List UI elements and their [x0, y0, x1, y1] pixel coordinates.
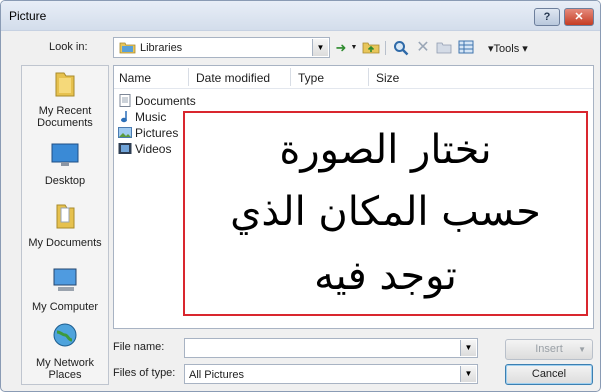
help-button[interactable]: ? — [534, 8, 560, 26]
views-icon[interactable] — [457, 40, 475, 56]
list-item[interactable]: Videos — [118, 142, 171, 157]
chevron-down-icon[interactable]: ▼ — [578, 340, 586, 359]
filetype-select[interactable]: All Pictures ▼ — [184, 364, 478, 384]
search-web-icon[interactable] — [392, 40, 410, 56]
chevron-down-icon[interactable]: ▼ — [460, 340, 476, 356]
annotation-line: توجد فيه — [314, 253, 457, 299]
my-documents-folder-icon — [56, 204, 75, 229]
libraries-folder-icon — [119, 42, 136, 54]
header-divider — [114, 88, 593, 89]
place-label: My Documents — [28, 237, 102, 249]
column-separator — [368, 68, 369, 86]
place-recent-documents[interactable]: My Recent Documents — [22, 70, 108, 129]
back-icon[interactable]: ➜ — [333, 40, 349, 56]
music-library-icon — [121, 111, 127, 123]
computer-icon — [53, 268, 77, 291]
annotation-line: حسب المكان الذي — [230, 189, 541, 235]
list-item[interactable]: Music — [118, 110, 166, 125]
place-my-documents[interactable]: My Documents — [22, 202, 108, 249]
insert-label: Insert — [535, 343, 563, 355]
place-desktop[interactable]: Desktop — [22, 140, 108, 187]
place-my-network[interactable]: My Network Places — [22, 322, 108, 381]
recent-documents-folder-icon — [55, 72, 75, 97]
close-button[interactable]: ✕ — [564, 8, 594, 26]
annotation-line: نختار الصورة — [279, 127, 492, 173]
filetype-value: All Pictures — [189, 369, 245, 381]
places-bar: My Recent Documents Desktop My Documents… — [21, 65, 109, 385]
column-header-date[interactable]: Date modified — [196, 71, 270, 85]
item-label: Pictures — [135, 126, 179, 140]
title-bar[interactable]: Picture ? ✕ — [1, 1, 600, 31]
documents-library-icon — [119, 94, 131, 107]
place-label: My Computer — [31, 301, 99, 313]
place-my-computer[interactable]: My Computer — [22, 266, 108, 313]
dialog-title: Picture — [9, 9, 47, 23]
place-label: Desktop — [44, 175, 86, 187]
place-label: My Network Places — [35, 357, 95, 381]
new-folder-icon[interactable] — [435, 40, 453, 56]
column-header-type[interactable]: Type — [298, 71, 324, 85]
picture-dialog: Picture ? ✕ Look in: Libraries ▼ ➜ ▼ ✕ ▾… — [0, 0, 601, 392]
insert-button[interactable]: Insert ▼ — [505, 339, 593, 360]
lookin-label: Look in: — [49, 41, 88, 53]
place-label: My Recent Documents — [37, 105, 93, 129]
chevron-down-icon[interactable]: ▼ — [312, 39, 328, 56]
chevron-down-icon[interactable]: ▼ — [350, 40, 358, 56]
column-header-size[interactable]: Size — [376, 71, 399, 85]
list-item[interactable]: Documents — [118, 94, 196, 109]
item-label: Videos — [135, 142, 172, 156]
column-separator — [188, 68, 189, 86]
videos-library-icon — [118, 143, 132, 154]
lookin-combo[interactable]: Libraries ▼ — [113, 37, 330, 58]
filename-field[interactable]: ▼ — [184, 338, 478, 358]
desktop-icon — [51, 143, 79, 166]
filename-label: File name: — [113, 341, 165, 353]
annotation-callout: نختار الصورة حسب المكان الذي توجد فيه — [183, 111, 588, 316]
chevron-down-icon[interactable]: ▼ — [460, 366, 476, 382]
tools-menu[interactable]: ▾Tools ▾ — [488, 42, 528, 55]
toolbar-divider — [385, 41, 389, 55]
tools-label: Tools — [493, 43, 520, 55]
column-header-name[interactable]: Name — [119, 71, 151, 85]
column-separator — [290, 68, 291, 86]
item-label: Music — [135, 110, 167, 124]
network-globe-icon — [53, 323, 77, 347]
item-label: Documents — [135, 94, 196, 108]
cancel-button[interactable]: Cancel — [505, 364, 593, 385]
pictures-library-icon — [118, 127, 132, 138]
list-item[interactable]: Pictures — [118, 126, 178, 141]
up-one-level-icon[interactable] — [361, 40, 381, 56]
lookin-value: Libraries — [140, 42, 183, 54]
delete-icon[interactable]: ✕ — [414, 40, 432, 56]
filetype-label: Files of type: — [113, 367, 176, 379]
